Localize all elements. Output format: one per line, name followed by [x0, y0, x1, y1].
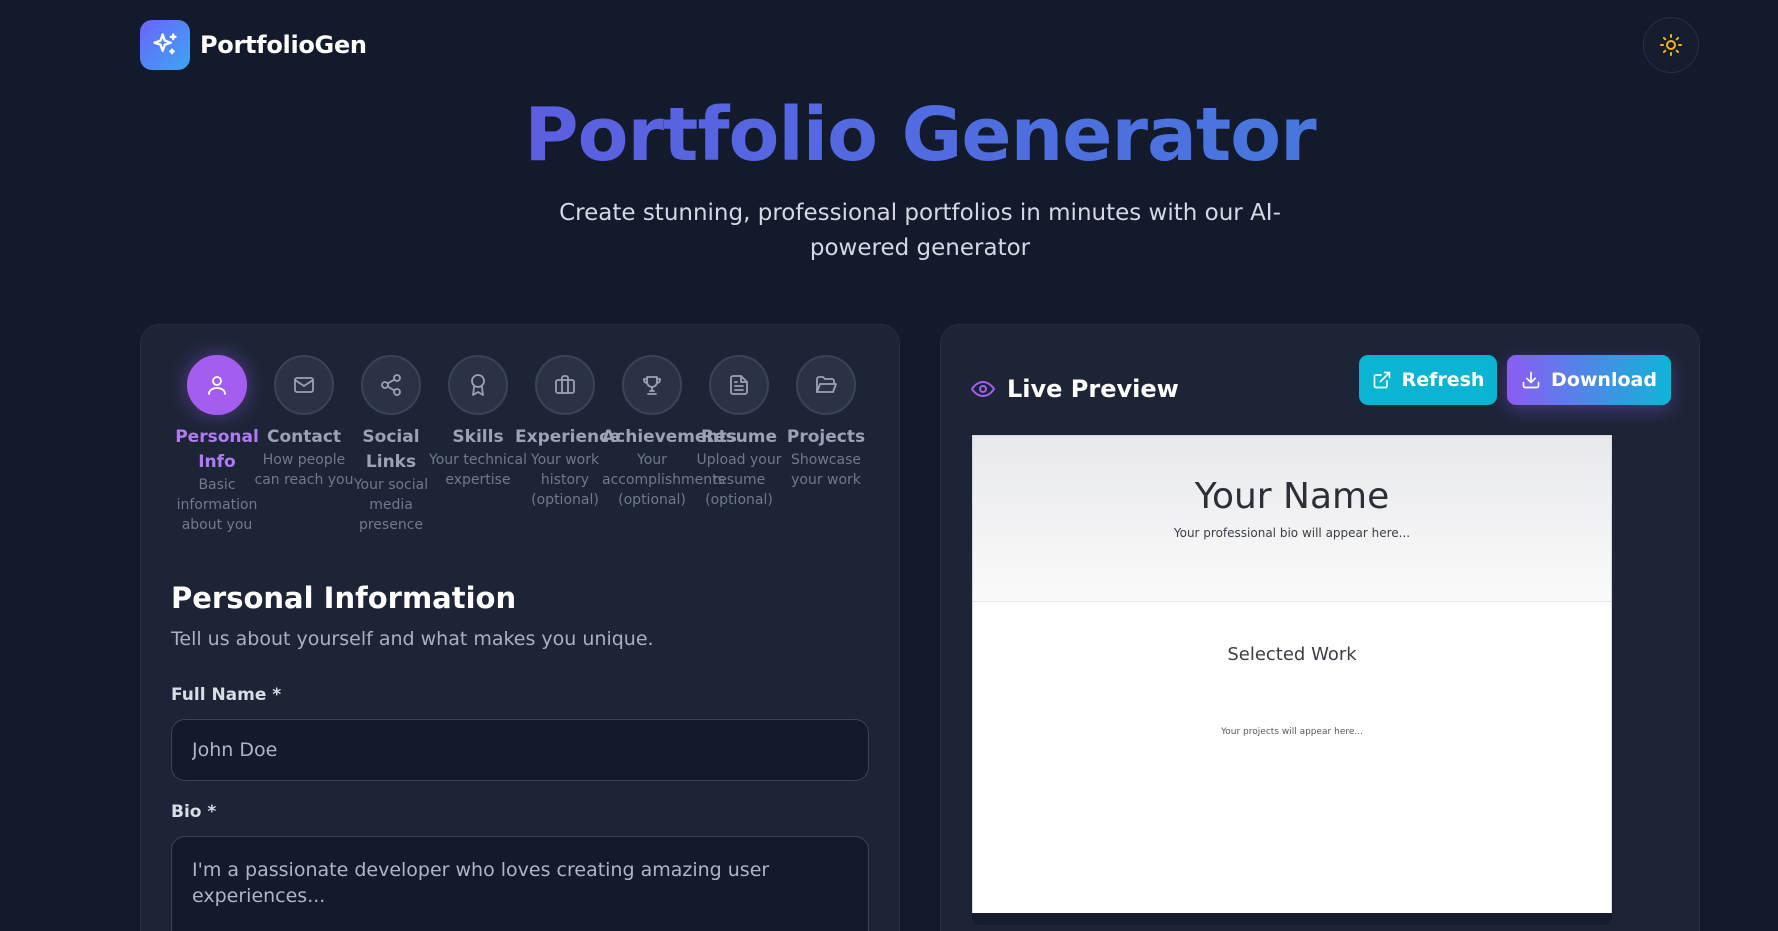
step-skills[interactable]: Skills Your technical expertise: [428, 355, 528, 490]
step-title: Social Links: [362, 427, 420, 472]
step-resume[interactable]: Resume Upload your resume (optional): [689, 355, 789, 510]
download-button[interactable]: Download: [1507, 355, 1671, 405]
preview-name: Your Name: [1194, 476, 1390, 517]
preview-frame-footer: [972, 913, 1612, 925]
step-description: Your accomplishments (optional): [602, 452, 725, 508]
file-text-icon: [730, 375, 748, 395]
brand-logo: [140, 20, 190, 70]
section-title: Personal Information: [171, 581, 517, 615]
brand-name: PortfolioGen: [200, 31, 367, 59]
step-circle: [448, 355, 508, 415]
step-experience[interactable]: Experience Your work history (optional): [515, 355, 621, 510]
full-name-input[interactable]: [171, 719, 869, 781]
step-title: Achievements: [602, 427, 737, 447]
step-social-links[interactable]: Social Links Your social media presence: [341, 355, 441, 535]
step-description: Showcase your work: [791, 452, 861, 488]
trophy-icon: [643, 376, 661, 395]
user-icon: [208, 376, 226, 395]
refresh-button[interactable]: Refresh: [1359, 355, 1497, 405]
step-description: Basic information about you: [176, 477, 258, 533]
refresh-label: Refresh: [1401, 369, 1485, 391]
step-personal-info[interactable]: Personal Info Basic information about yo…: [167, 355, 267, 535]
page-title: Portfolio Generator: [0, 92, 1778, 178]
step-title: Projects: [786, 427, 866, 447]
preview-hero: Your Name Your professional bio will app…: [973, 436, 1611, 602]
preview-panel: Live Preview Refresh Download Your Name …: [940, 324, 1700, 931]
step-description: Your social media presence: [353, 477, 429, 533]
preview-section-heading: Selected Work: [1227, 644, 1357, 665]
step-contact[interactable]: Contact How people can reach you: [254, 355, 354, 490]
step-circle: [361, 355, 421, 415]
step-circle: [709, 355, 769, 415]
award-icon: [471, 374, 485, 396]
step-circle: [187, 355, 247, 415]
preview-header: Live Preview: [971, 375, 1179, 403]
preview-projects-placeholder: Your projects will appear here...: [1220, 727, 1363, 737]
mail-icon: [294, 377, 314, 393]
external-link-icon: [1373, 371, 1390, 389]
page-subtitle: Create stunning, professional portfolios…: [559, 200, 1281, 261]
eye-icon: [971, 381, 995, 397]
step-title: Skills: [452, 427, 504, 447]
step-description: Your technical expertise: [429, 452, 527, 488]
step-achievements[interactable]: Achievements Your accomplishments (optio…: [602, 355, 737, 510]
step-description: How people can reach you: [254, 452, 354, 488]
step-title: Resume: [700, 427, 778, 447]
step-title: Contact: [266, 427, 342, 447]
step-circle: [622, 355, 682, 415]
sun-icon: [1660, 34, 1682, 56]
step-circle: [535, 355, 595, 415]
full-name-label: Full Name *: [171, 685, 282, 705]
step-circle: [796, 355, 856, 415]
bio-label: Bio *: [171, 802, 217, 822]
section-subtitle: Tell us about yourself and what makes yo…: [171, 628, 654, 650]
share-icon: [381, 374, 401, 396]
sparkles-icon: [153, 33, 177, 55]
folder-open-icon: [816, 376, 837, 393]
briefcase-icon: [555, 375, 575, 394]
preview-bio: Your professional bio will appear here..…: [1173, 526, 1411, 540]
step-circle: [274, 355, 334, 415]
form-panel: Personal Info Basic information about yo…: [140, 324, 900, 931]
step-title: Personal Info: [175, 427, 259, 472]
brand[interactable]: PortfolioGen: [140, 20, 367, 70]
preview-title: Live Preview: [1007, 375, 1179, 403]
step-projects[interactable]: Projects Showcase your work: [776, 355, 876, 490]
step-description: Upload your resume (optional): [696, 452, 782, 508]
bio-textarea[interactable]: [171, 836, 869, 931]
step-title: Experience: [515, 427, 621, 447]
portfolio-preview[interactable]: Your Name Your professional bio will app…: [972, 435, 1612, 915]
step-navigation: Personal Info Basic information about yo…: [167, 355, 867, 545]
theme-toggle-button[interactable]: [1643, 17, 1699, 73]
download-label: Download: [1551, 369, 1657, 391]
download-icon: [1522, 371, 1540, 389]
step-description: Your work history (optional): [530, 452, 600, 508]
